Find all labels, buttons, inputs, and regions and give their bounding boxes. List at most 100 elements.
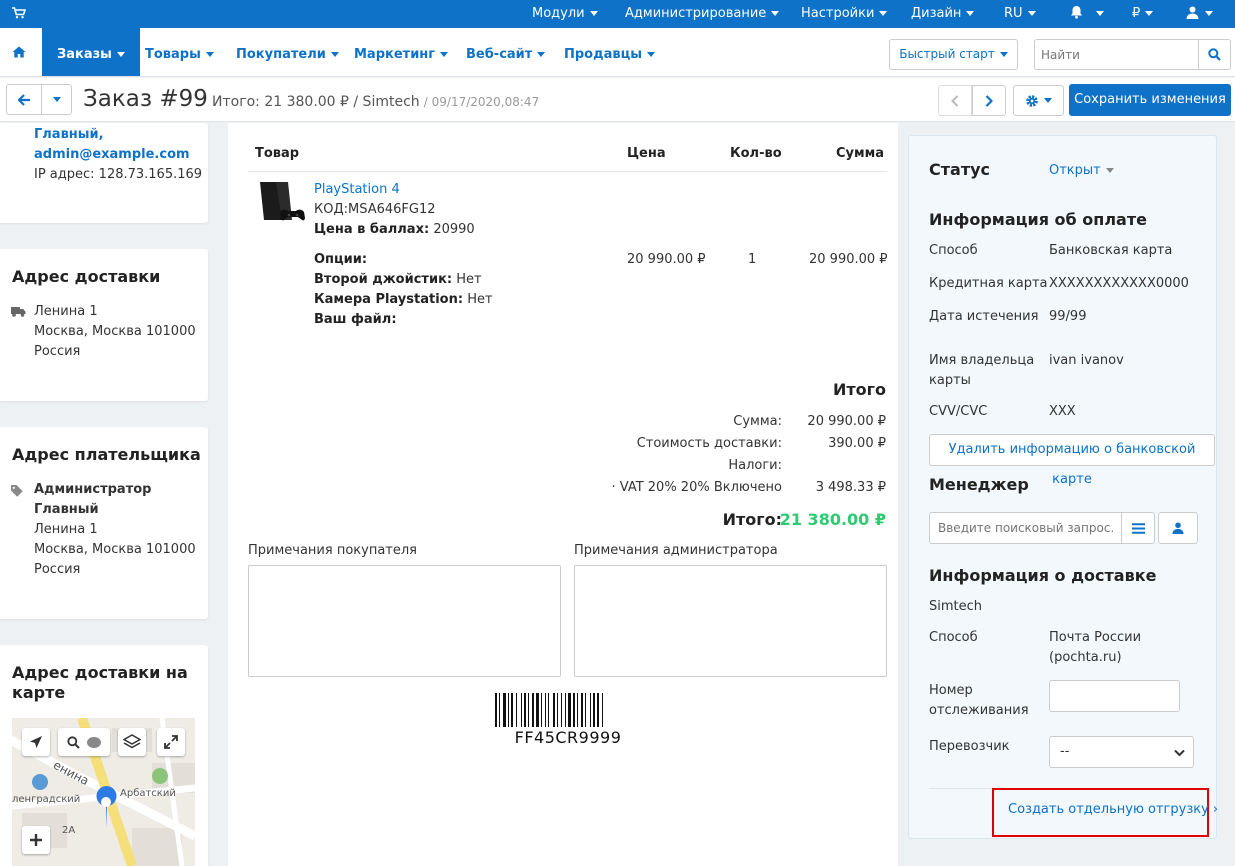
delivery-map[interactable]: енина ленградский Арбатский 2А: [12, 718, 195, 866]
notifications-menu[interactable]: [1070, 0, 1104, 28]
order-barcode: FF45CR9999: [493, 693, 643, 747]
nav-customers[interactable]: Покупатели: [236, 28, 339, 76]
menu-language[interactable]: RU: [1004, 0, 1036, 28]
delivery-method-value: Почта России (pochta.ru): [1049, 630, 1142, 665]
search-button[interactable]: [1198, 39, 1231, 70]
arrow-left-icon: [17, 93, 30, 106]
totals-taxes-label: Налоги:: [728, 458, 782, 473]
nav-vendors[interactable]: Продавцы: [564, 28, 656, 76]
user-menu[interactable]: [1186, 0, 1213, 28]
billing-name-last: Главный: [34, 502, 99, 517]
cart-icon[interactable]: [12, 7, 27, 23]
product-name-link[interactable]: PlayStation 4: [314, 180, 400, 200]
next-order-button[interactable]: [972, 85, 1006, 116]
totals-vat-value: 3 498.33 ₽: [815, 480, 886, 495]
cvv-value: XXX: [1049, 404, 1076, 419]
manager-list-button[interactable]: [1121, 512, 1155, 544]
delete-card-info-button[interactable]: Удалить информацию о банковской карте: [929, 434, 1215, 487]
map-fullscreen-button[interactable]: [157, 728, 185, 756]
payment-method-value: Банковская карта: [1049, 243, 1173, 258]
map-layers-button[interactable]: [118, 728, 146, 756]
tag-icon: [11, 485, 23, 501]
customer-notes-textarea[interactable]: [248, 565, 561, 677]
product-total: 20 990.00 ₽: [809, 252, 888, 267]
map-zoom-in-button[interactable]: [22, 826, 50, 854]
page-title: Заказ #99 Итого: 21 380.00 ₽ / Simtech /…: [83, 86, 539, 112]
delivery-info-title: Информация о доставке: [929, 566, 1157, 585]
menu-currency[interactable]: ₽: [1132, 0, 1154, 28]
customer-info-panel: Главный, admin@example.com IP адрес: 128…: [0, 123, 208, 223]
carrier-label: Перевозчик: [929, 739, 1010, 754]
nav-orders[interactable]: Заказы: [42, 28, 140, 76]
totals-vat-label: · VAT 20% 20% Включено: [611, 480, 783, 495]
admin-notes-label: Примечания администратора: [574, 543, 778, 558]
column-header-product: Товар: [255, 146, 300, 161]
product-options-label: Опции:: [314, 252, 368, 267]
home-icon[interactable]: [0, 28, 38, 76]
admin-notes-textarea[interactable]: [574, 565, 887, 677]
assign-self-button[interactable]: [1158, 512, 1198, 544]
quick-start-button[interactable]: Быстрый старт: [889, 39, 1018, 70]
map-search-button[interactable]: [58, 728, 110, 756]
truck-icon: [11, 306, 26, 321]
cardholder-label: Имя владельца карты: [929, 353, 1035, 388]
back-button[interactable]: [6, 84, 42, 115]
status-title: Статус: [929, 160, 990, 179]
ruler-icon: [86, 736, 101, 748]
totals-subtotal-label: Сумма:: [733, 414, 782, 429]
totals-title: Итого: [832, 380, 886, 399]
save-changes-button[interactable]: Сохранить изменения: [1069, 84, 1231, 116]
manager-search-input[interactable]: [929, 512, 1122, 544]
customer-email-link[interactable]: admin@example.com: [34, 145, 190, 165]
grand-total-label: Итого:: [722, 510, 782, 529]
customer-ip: IP адрес: 128.73.165.169: [34, 167, 203, 182]
chevron-down-icon: [1174, 749, 1185, 757]
totals-subtotal-value: 20 990.00 ₽: [807, 414, 886, 429]
menu-administration[interactable]: Администрирование: [625, 0, 780, 28]
settings-menu-button[interactable]: [1013, 85, 1064, 116]
product-code: КОД:MSA646FG12: [314, 202, 436, 217]
tracking-number-label: Номер отслеживания: [929, 683, 1029, 718]
billing-address-panel: Адрес плательщика Администратор Главный …: [0, 427, 208, 619]
status-dropdown[interactable]: Открыт: [1049, 163, 1114, 178]
grand-total-value: 21 380.00 ₽: [779, 510, 886, 529]
nav-products[interactable]: Товары: [145, 28, 214, 76]
column-header-qty: Кол-во: [730, 146, 782, 161]
plus-icon: [30, 834, 42, 846]
product-option-second-joystick: Второй джойстик: Нет: [314, 272, 482, 287]
payment-info-title: Информация об оплате: [929, 210, 1147, 229]
product-points: Цена в баллах: 20990: [314, 222, 475, 237]
expiry-date-value: 99/99: [1049, 309, 1087, 324]
user-icon: [1186, 6, 1199, 19]
customer-notes-label: Примечания покупателя: [248, 543, 417, 558]
carrier-select[interactable]: --: [1049, 736, 1194, 768]
main-navigation: Заказы Товары Покупатели Маркетинг Веб-с…: [0, 28, 1235, 77]
navigation-arrow-icon: [30, 736, 42, 748]
previous-order-button[interactable]: [938, 85, 972, 116]
order-details-panel: Товар Цена Кол-во Сумма PlayStation 4 КО…: [228, 123, 898, 866]
list-icon: [1131, 522, 1145, 534]
menu-design[interactable]: Дизайн: [911, 0, 975, 28]
menu-modules[interactable]: Модули: [532, 0, 598, 28]
manager-title: Менеджер: [929, 475, 1029, 494]
customer-name-link[interactable]: Главный,: [34, 125, 104, 145]
back-dropdown-button[interactable]: [42, 84, 72, 115]
nav-marketing[interactable]: Маркетинг: [354, 28, 449, 76]
map-locate-button[interactable]: [22, 728, 50, 756]
map-label: ленградский: [12, 794, 81, 805]
tracking-number-input[interactable]: [1049, 680, 1180, 712]
shipping-country: Россия: [34, 344, 81, 359]
product-image[interactable]: [256, 180, 306, 226]
search-input[interactable]: [1034, 39, 1199, 70]
nav-website[interactable]: Веб-сайт: [466, 28, 546, 76]
billing-country: Россия: [34, 562, 81, 577]
create-shipment-link[interactable]: Создать отдельную отгрузку ›: [1008, 802, 1218, 817]
shipping-address-panel: Адрес доставки Ленина 1 Москва, Москва 1…: [0, 249, 208, 401]
expand-icon: [164, 735, 178, 749]
user-icon: [1172, 522, 1184, 534]
payment-method-label: Способ: [929, 243, 978, 258]
chevron-down-icon: [52, 97, 61, 102]
chevron-left-icon: [951, 94, 959, 107]
map-title: Адрес доставки на карте: [12, 663, 188, 702]
menu-settings[interactable]: Настройки: [801, 0, 888, 28]
